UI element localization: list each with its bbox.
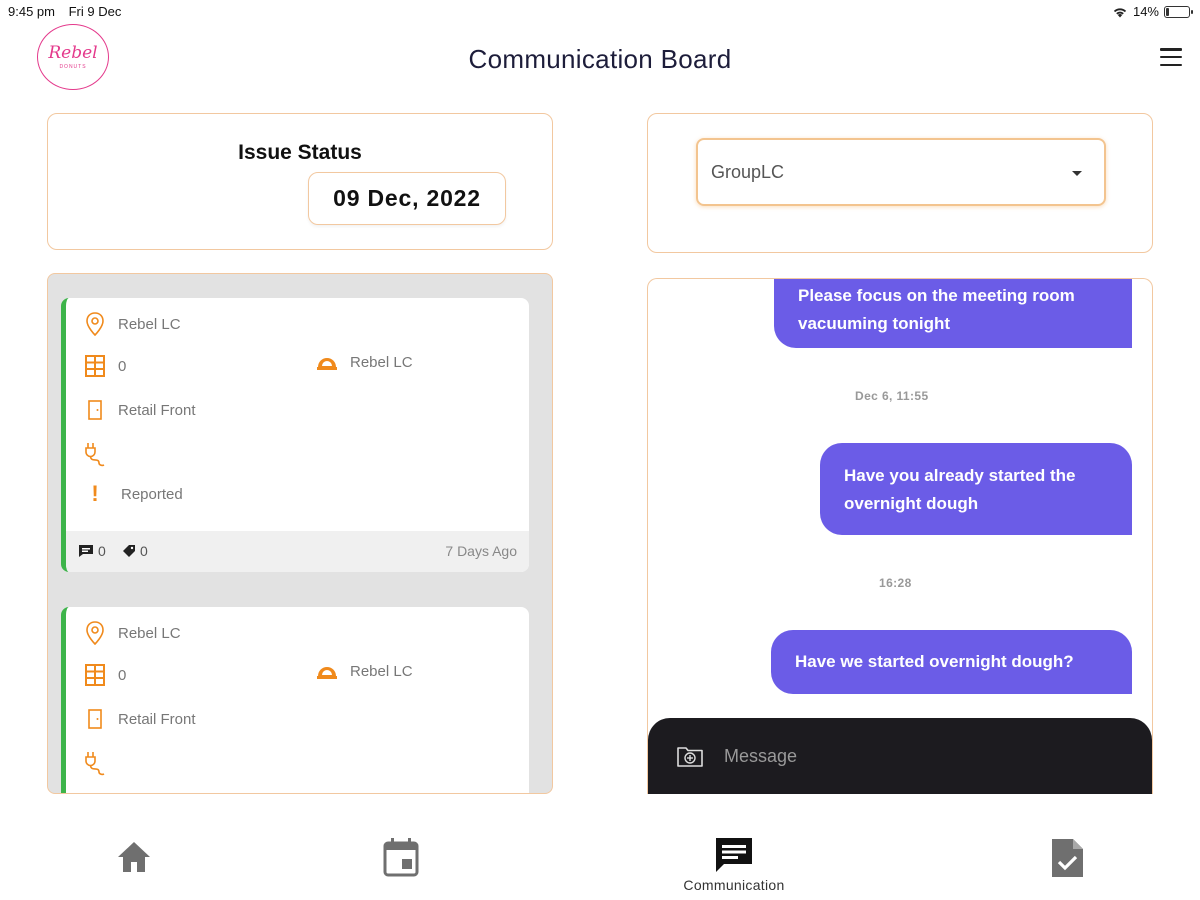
tag-icon [123, 545, 135, 557]
issue-card[interactable]: Rebel LC 0 Rebel LC Retail Front ! Repor… [61, 298, 529, 572]
wifi-icon [1113, 7, 1127, 17]
chat-message-bubble[interactable]: Have we started overnight dough? [771, 630, 1132, 694]
group-dropdown[interactable]: GroupLC [696, 138, 1106, 206]
issue-status: Reported [121, 485, 183, 503]
attach-folder-icon[interactable] [676, 744, 704, 768]
equipment-plug-icon [84, 442, 106, 467]
issue-area: Retail Front [118, 710, 196, 728]
chat-message-line: Please focus on the meeting room [798, 286, 1075, 305]
chat-icon [716, 838, 752, 872]
hamburger-menu-icon[interactable] [1160, 48, 1182, 66]
door-icon [84, 398, 106, 422]
chat-message-line: Have you already started the [844, 466, 1076, 485]
comment-icon [79, 545, 93, 557]
issue-location: Rebel LC [118, 315, 181, 333]
issue-floor: 0 [118, 357, 127, 375]
chat-message-bubble[interactable]: Have you already started the overnight d… [820, 443, 1132, 535]
issue-department: Rebel LC [350, 663, 413, 680]
location-pin-icon [84, 621, 106, 645]
status-bar: 9:45 pm Fri 9 Dec 14% [0, 0, 1200, 24]
issue-age: 7 Days Ago [445, 543, 517, 559]
caret-down-icon [1072, 171, 1082, 176]
issue-area: Retail Front [118, 401, 196, 419]
comment-count: 0 [98, 543, 106, 559]
chat-message-line: vacuuming tonight [798, 314, 951, 333]
tag-count: 0 [140, 543, 148, 559]
nav-communication[interactable]: Communication [664, 815, 804, 900]
issue-location: Rebel LC [118, 624, 181, 642]
issue-list[interactable]: Rebel LC 0 Rebel LC Retail Front ! Repor… [47, 273, 553, 794]
battery-percent: 14% [1132, 4, 1159, 19]
warning-icon: ! [91, 481, 99, 506]
nav-tasks[interactable] [997, 815, 1137, 900]
message-input[interactable] [724, 745, 1104, 767]
bottom-nav: Communication [0, 815, 1200, 900]
issue-department: Rebel LC [350, 354, 413, 371]
issue-floor: 0 [118, 666, 127, 684]
nav-calendar[interactable] [331, 815, 471, 900]
page-title: Communication Board [468, 44, 732, 74]
group-dropdown-value: GroupLC [711, 161, 785, 182]
status-date: Fri 9 Dec [68, 4, 122, 19]
chat-message-line: overnight dough [844, 494, 979, 513]
calendar-icon [383, 838, 419, 877]
nav-home[interactable] [64, 815, 204, 900]
issue-card[interactable]: Rebel LC 0 Rebel LC Retail Front [61, 607, 529, 793]
message-composer [648, 718, 1152, 794]
group-panel: GroupLC [647, 113, 1153, 253]
department-icon [316, 664, 338, 680]
task-icon [1052, 839, 1083, 877]
battery-icon [1164, 5, 1193, 18]
nav-communication-label: Communication [683, 877, 785, 893]
building-icon [84, 663, 106, 687]
chat-timestamp: Dec 6, 11:55 [855, 389, 929, 403]
status-time: 9:45 pm [8, 4, 55, 19]
chat-timestamp: 16:28 [879, 576, 912, 590]
home-icon [118, 842, 150, 872]
building-icon [84, 354, 106, 378]
chat-panel[interactable]: Please focus on the meeting room vacuumi… [647, 278, 1153, 794]
issue-status-title: Issue Status [238, 141, 362, 164]
equipment-plug-icon [84, 751, 106, 776]
issue-status-panel: Issue Status 09 Dec, 2022 [47, 113, 553, 250]
department-icon [316, 355, 338, 371]
door-icon [84, 707, 106, 731]
issue-card-footer: 0 0 7 Days Ago [66, 531, 529, 572]
location-pin-icon [84, 312, 106, 336]
date-picker[interactable]: 09 Dec, 2022 [308, 172, 506, 225]
chat-message-bubble[interactable]: Please focus on the meeting room vacuumi… [774, 279, 1132, 348]
chat-message-line: Have we started overnight dough? [795, 652, 1074, 671]
